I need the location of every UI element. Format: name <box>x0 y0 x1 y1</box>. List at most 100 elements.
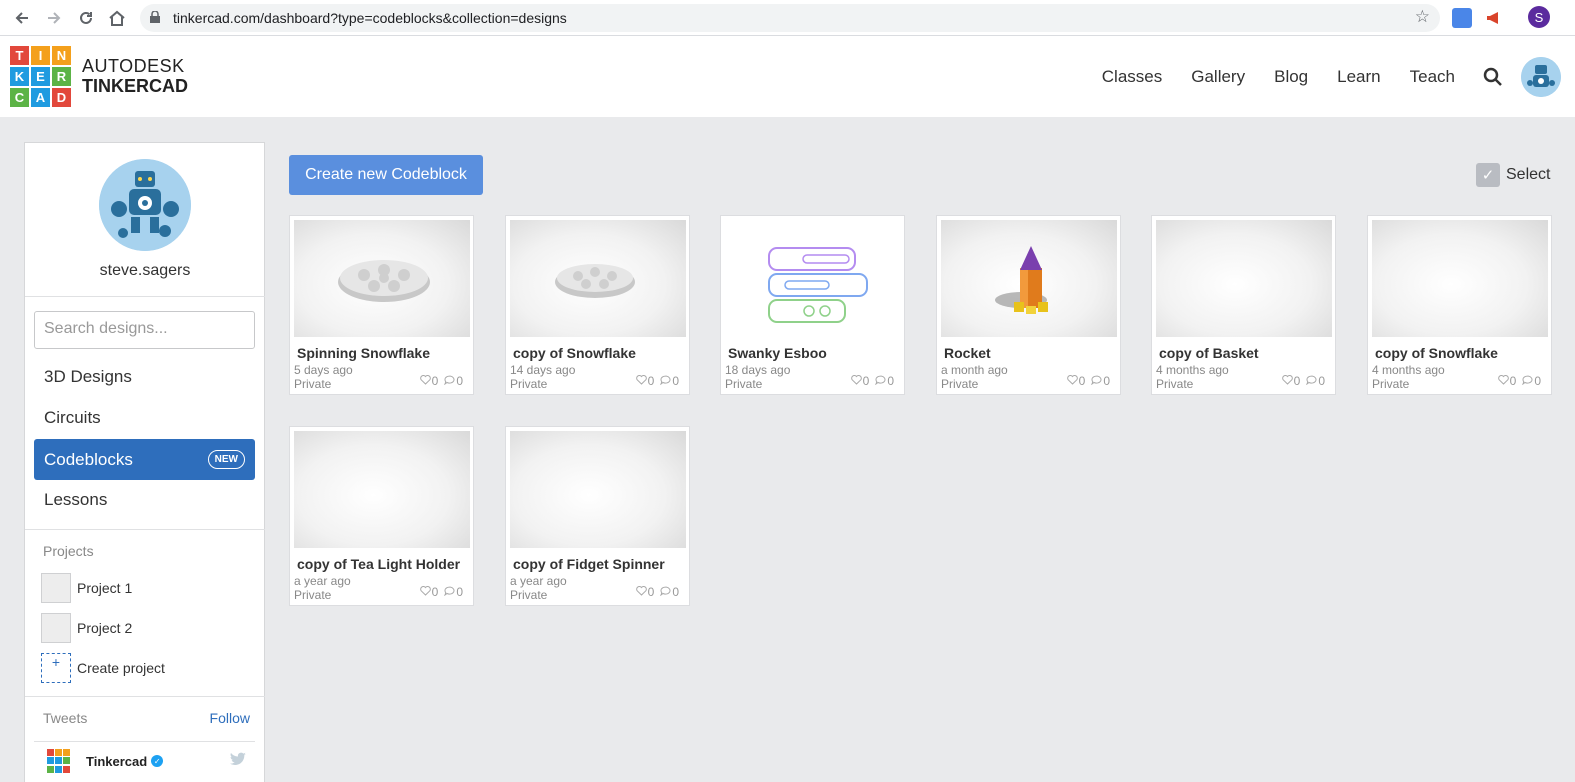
checkbox-icon[interactable]: ✓ <box>1476 163 1500 187</box>
follow-link[interactable]: Follow <box>210 710 250 726</box>
mini-logo-tile <box>47 765 54 773</box>
project-item[interactable]: Project 1 <box>41 572 132 604</box>
twitter-icon[interactable] <box>230 752 246 769</box>
browser-profile-avatar[interactable]: S <box>1528 6 1550 28</box>
design-thumbnail[interactable] <box>1156 220 1332 337</box>
sidebar-item-label: 3D Designs <box>44 366 132 386</box>
back-icon[interactable] <box>10 6 34 30</box>
likes-count: 0 <box>1509 374 1517 388</box>
lock-icon <box>150 11 160 23</box>
comments-count: 0 <box>1318 374 1325 388</box>
sidebar-item-label: Lessons <box>44 489 108 509</box>
project-label: Project 1 <box>77 580 133 596</box>
logo-tile: A <box>31 88 50 107</box>
username: steve.sagers <box>99 262 191 279</box>
likes-count: 0 <box>431 585 439 599</box>
design-card[interactable]: copy of Basket 4 months ago Private 0 0 <box>1151 215 1336 395</box>
brand-wordmark[interactable]: AUTODESK TINKERCAD <box>82 56 188 96</box>
tinkercad-logo[interactable]: TIN KER CAD <box>10 46 71 107</box>
plus-icon: + <box>41 653 71 683</box>
tweet-author[interactable]: Tinkercad ✓ <box>47 749 164 773</box>
design-stats: 00 <box>419 374 463 388</box>
design-title[interactable]: copy of Tea Light Holder <box>297 556 460 572</box>
project-thumbnail <box>41 613 71 643</box>
heart-icon <box>635 585 648 599</box>
select-toggle[interactable]: ✓ Select <box>1476 163 1550 187</box>
comments-count: 0 <box>887 374 894 388</box>
design-timestamp: 5 days ago <box>294 363 353 377</box>
design-title[interactable]: Spinning Snowflake <box>297 345 430 361</box>
design-timestamp: a month ago <box>941 363 1008 377</box>
mini-logo-tile <box>55 749 62 756</box>
design-thumbnail[interactable] <box>725 220 901 337</box>
design-stats: 00 <box>1497 374 1541 388</box>
address-bar[interactable]: tinkercad.com/dashboard?type=codeblocks&… <box>140 4 1440 32</box>
design-card[interactable]: copy of Snowflake 4 months ago Private 0 0 <box>1367 215 1552 395</box>
megaphone-extension-icon[interactable] <box>1484 8 1504 28</box>
design-thumbnail[interactable] <box>510 431 686 548</box>
design-title[interactable]: copy of Snowflake <box>513 345 636 361</box>
search-designs-input[interactable]: Search designs... <box>34 311 255 349</box>
design-title[interactable]: copy of Fidget Spinner <box>513 556 665 572</box>
home-icon[interactable] <box>105 6 129 30</box>
nav-learn[interactable]: Learn <box>1337 67 1380 87</box>
logo-tile: C <box>10 88 29 107</box>
sidebar-item-3d-designs[interactable]: 3D Designs <box>34 356 255 397</box>
design-title[interactable]: copy of Basket <box>1159 345 1259 361</box>
design-thumbnail[interactable] <box>294 220 470 337</box>
comments-count: 0 <box>1103 374 1110 388</box>
design-thumbnail[interactable] <box>941 220 1117 337</box>
design-thumbnail[interactable] <box>510 220 686 337</box>
logo-tile: E <box>31 67 50 86</box>
design-card[interactable]: Swanky Esboo 18 days ago Private 0 0 <box>720 215 905 395</box>
sidebar-item-label: Circuits <box>44 407 101 427</box>
design-thumbnail[interactable] <box>1372 220 1548 337</box>
design-card[interactable]: Spinning Snowflake 5 days ago Private 0 0 <box>289 215 474 395</box>
heart-icon <box>850 374 863 388</box>
design-thumbnail[interactable] <box>294 431 470 548</box>
comment-icon <box>1091 374 1103 388</box>
design-card[interactable]: Rocket a month ago Private 0 0 <box>936 215 1121 395</box>
sidebar-item-circuits[interactable]: Circuits <box>34 397 255 438</box>
design-title[interactable]: copy of Snowflake <box>1375 345 1498 361</box>
nav-teach[interactable]: Teach <box>1410 67 1455 87</box>
likes-count: 0 <box>862 374 870 388</box>
create-project-button[interactable]: + Create project <box>41 652 165 684</box>
tweet-author-name: Tinkercad <box>86 753 148 769</box>
comments-count: 0 <box>672 374 679 388</box>
divider <box>25 296 265 297</box>
design-card[interactable]: copy of Tea Light Holder a year ago Privat… <box>289 426 474 606</box>
profile-avatar[interactable] <box>99 159 191 251</box>
search-icon[interactable] <box>1483 67 1503 87</box>
heart-icon <box>1066 374 1079 388</box>
tinkercad-mini-logo <box>47 749 71 773</box>
design-card[interactable]: copy of Fidget Spinner a year ago Private 0… <box>505 426 690 606</box>
sidebar-item-lessons[interactable]: Lessons <box>34 479 255 520</box>
nav-gallery[interactable]: Gallery <box>1191 67 1245 87</box>
design-timestamp: 18 days ago <box>725 363 791 377</box>
tweets-heading: Tweets <box>43 710 88 726</box>
design-stats: 00 <box>850 374 894 388</box>
design-timestamp: 14 days ago <box>510 363 576 377</box>
logo-tile: K <box>10 67 29 86</box>
reload-icon[interactable] <box>74 6 98 30</box>
divider <box>34 741 255 742</box>
translate-extension-icon[interactable] <box>1452 8 1472 28</box>
design-card[interactable]: copy of Snowflake 14 days ago Private 0 0 <box>505 215 690 395</box>
nav-blog[interactable]: Blog <box>1274 67 1308 87</box>
projects-heading: Projects <box>43 543 94 559</box>
comment-icon <box>660 585 672 599</box>
project-item[interactable]: Project 2 <box>41 612 132 644</box>
bookmark-star-icon[interactable]: ☆ <box>1415 7 1430 27</box>
design-privacy: Private <box>294 377 332 391</box>
sidebar-item-codeblocks[interactable]: Codeblocks NEW <box>34 439 255 480</box>
nav-classes[interactable]: Classes <box>1102 67 1162 87</box>
design-title[interactable]: Rocket <box>944 345 991 361</box>
likes-count: 0 <box>431 374 439 388</box>
create-codeblock-button[interactable]: Create new Codeblock <box>289 155 483 195</box>
design-title[interactable]: Swanky Esboo <box>728 345 827 361</box>
forward-icon[interactable] <box>42 6 66 30</box>
create-project-label: Create project <box>77 660 165 676</box>
mini-logo-tile <box>63 749 70 756</box>
user-avatar[interactable] <box>1521 56 1561 97</box>
